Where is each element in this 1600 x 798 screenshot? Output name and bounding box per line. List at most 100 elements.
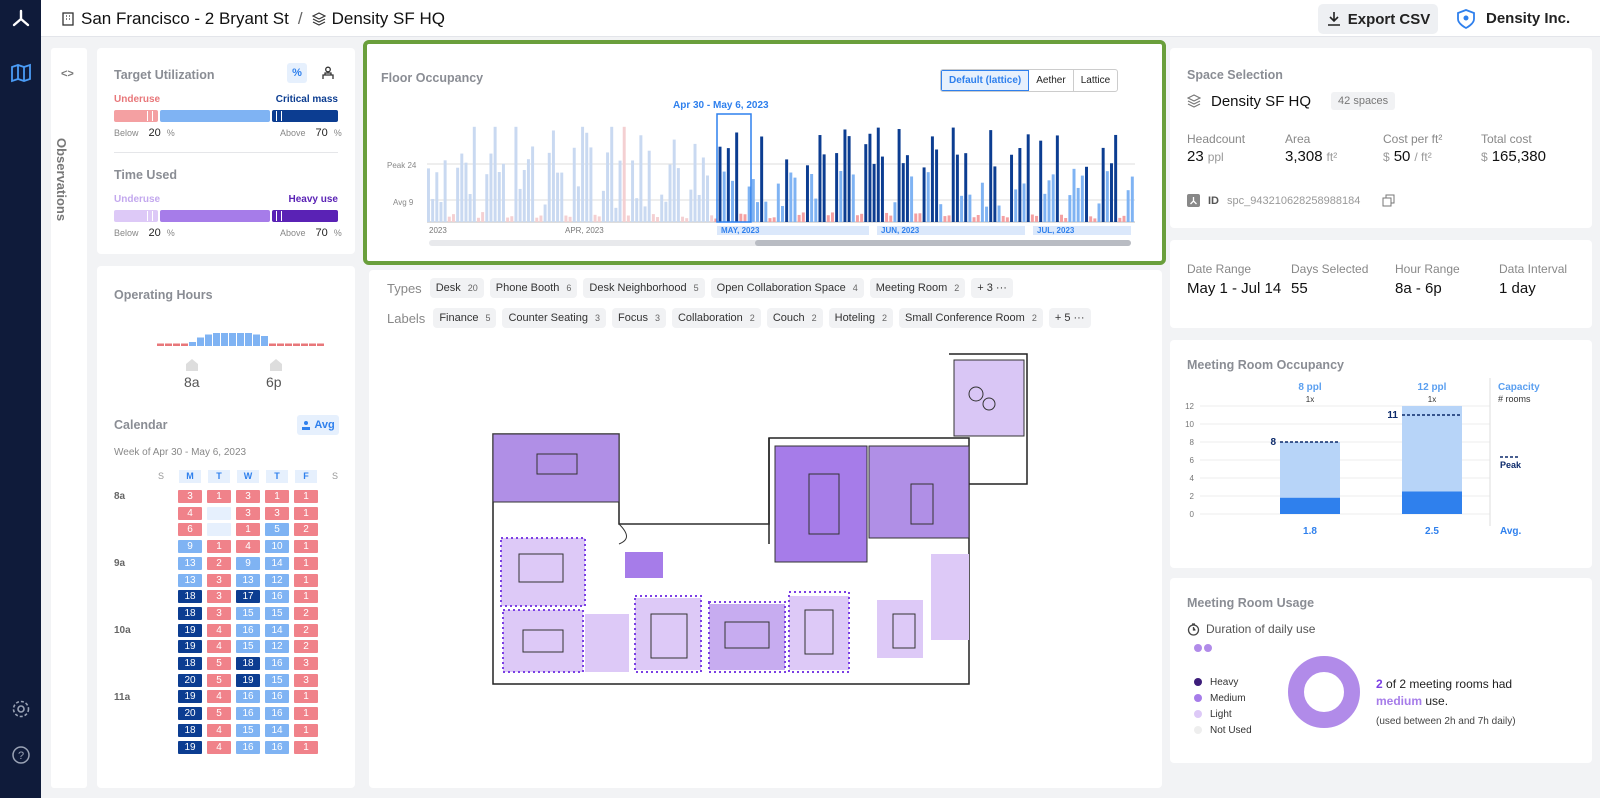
calendar-cell[interactable]: 2 — [207, 556, 231, 570]
calendar-cell[interactable]: 2 — [294, 623, 318, 637]
calendar-cell[interactable]: 1 — [294, 490, 318, 503]
calendar-cell[interactable]: 3 — [236, 506, 260, 520]
calendar-cell[interactable]: 15 — [236, 640, 260, 654]
calendar-cell[interactable]: 1 — [294, 540, 318, 554]
calendar-cell[interactable]: 18 — [178, 657, 202, 670]
calendar-cell[interactable]: 16 — [265, 740, 289, 754]
timeline-scroll-thumb[interactable] — [755, 240, 1131, 246]
calendar-cell[interactable]: 1 — [294, 740, 318, 754]
tab-lattice[interactable]: Lattice — [1074, 70, 1117, 91]
calendar-cell[interactable]: 3 — [236, 490, 260, 503]
density-logo-icon[interactable] — [8, 6, 34, 32]
calendar-cell[interactable]: 4 — [236, 540, 260, 554]
calendar-cell[interactable]: 4 — [207, 640, 231, 654]
labels-chip[interactable]: Counter Seating 3 — [502, 308, 606, 328]
gear-icon[interactable] — [8, 696, 34, 722]
calendar-cell[interactable]: 18 — [178, 590, 202, 604]
labels-chip[interactable]: Hoteling 2 — [828, 308, 893, 328]
calendar-cell[interactable]: 1 — [294, 590, 318, 604]
timeline-scroll-track[interactable] — [429, 240, 1131, 246]
avg-bar[interactable] — [1280, 497, 1340, 514]
calendar-cell[interactable]: 16 — [265, 657, 289, 670]
breadcrumb-location[interactable]: San Francisco - 2 Bryant St — [81, 9, 289, 29]
calendar-cell[interactable]: 2 — [294, 606, 318, 620]
calendar-cell[interactable]: 16 — [236, 690, 260, 704]
calendar-cell[interactable]: 3 — [294, 657, 318, 670]
time-underuse-handle[interactable] — [147, 211, 153, 221]
calendar-cell[interactable]: 20 — [178, 707, 202, 721]
calendar-cell[interactable]: 20 — [178, 673, 202, 687]
calendar-cell[interactable] — [207, 523, 231, 537]
below-value[interactable]: 20 — [149, 127, 161, 139]
calendar-cell[interactable]: 1 — [207, 540, 231, 554]
calendar-cell[interactable]: 15 — [265, 606, 289, 620]
labels-more-chip[interactable]: + 5 ··· — [1048, 308, 1091, 328]
calendar-cell[interactable] — [207, 506, 231, 520]
labels-chip[interactable]: Small Conference Room 2 — [899, 308, 1043, 328]
types-more-chip[interactable]: + 3 ··· — [971, 278, 1013, 298]
calendar-cell[interactable]: 4 — [207, 740, 231, 754]
calendar-cell[interactable]: 19 — [178, 623, 202, 637]
usage-donut-chart[interactable] — [1286, 654, 1362, 730]
calendar-cell[interactable]: 2 — [294, 523, 318, 537]
calendar-cell[interactable]: 19 — [178, 690, 202, 704]
calendar-cell[interactable]: 5 — [207, 673, 231, 687]
calendar-cell[interactable]: 5 — [207, 707, 231, 721]
calendar-cell[interactable]: 16 — [236, 740, 260, 754]
calendar-cell[interactable]: 1 — [294, 556, 318, 570]
map-icon[interactable] — [8, 60, 34, 86]
meeting-occupancy-chart[interactable]: 0 2 4 6 8 10 12 8 8 ppl 1x 1.8 11 12 ppl 1x 2.5 Capacit… — [1180, 376, 1590, 552]
calendar-cell[interactable]: 6 — [178, 523, 202, 537]
observations-panel[interactable]: <> Observations — [51, 48, 87, 788]
time-above-value[interactable]: 70 — [316, 227, 328, 239]
underuse-handle[interactable] — [147, 111, 153, 121]
calendar-cell[interactable]: 1 — [294, 707, 318, 721]
calendar-cell[interactable]: 1 — [294, 573, 318, 587]
copy-icon[interactable] — [1382, 194, 1395, 207]
calendar-cell[interactable]: 16 — [236, 623, 260, 637]
time-below-value[interactable]: 20 — [149, 227, 161, 239]
avg-bar[interactable] — [1402, 491, 1462, 515]
types-chip[interactable]: Desk Neighborhood 5 — [583, 278, 705, 298]
labels-chip[interactable]: Collaboration 2 — [671, 308, 761, 328]
calendar-cell[interactable]: 3 — [294, 673, 318, 687]
person-seat-icon[interactable] — [321, 66, 335, 85]
calendar-cell[interactable]: 9 — [236, 556, 260, 570]
above-value[interactable]: 70 — [316, 127, 328, 139]
space-name[interactable]: Density SF HQ — [1211, 93, 1311, 110]
calendar-cell[interactable]: 1 — [294, 723, 318, 737]
floor-plan-map[interactable] — [479, 334, 1039, 694]
calendar-cell[interactable]: 13 — [178, 556, 202, 570]
calendar-cell[interactable]: 3 — [207, 606, 231, 620]
labels-chip[interactable]: Focus 3 — [611, 308, 666, 328]
calendar-cell[interactable]: 1 — [265, 490, 289, 503]
calendar-cell[interactable]: 3 — [178, 490, 202, 503]
calendar-cell[interactable]: 15 — [236, 606, 260, 620]
tab-default-lattice[interactable]: Default (lattice) — [941, 70, 1030, 91]
types-chip[interactable]: Desk 20 — [429, 278, 484, 298]
calendar-cell[interactable]: 5 — [265, 523, 289, 537]
percent-toggle-button[interactable]: % — [287, 63, 307, 83]
calendar-cell[interactable]: 15 — [236, 723, 260, 737]
calendar-cell[interactable]: 4 — [207, 723, 231, 737]
types-chip[interactable]: Phone Booth 6 — [489, 278, 578, 298]
calendar-cell[interactable]: 13 — [236, 573, 260, 587]
calendar-cell[interactable]: 1 — [207, 490, 231, 503]
operating-hours-chart[interactable] — [157, 332, 327, 352]
calendar-cell[interactable]: 18 — [178, 606, 202, 620]
calendar-cell[interactable]: 3 — [265, 506, 289, 520]
labels-chip[interactable]: Couch 2 — [766, 308, 823, 328]
calendar-cell[interactable]: 3 — [207, 573, 231, 587]
types-chip[interactable]: Open Collaboration Space 4 — [710, 278, 864, 298]
tab-aether[interactable]: Aether — [1029, 70, 1074, 91]
calendar-cell[interactable]: 4 — [207, 690, 231, 704]
calendar-cell[interactable]: 14 — [265, 723, 289, 737]
types-chip[interactable]: Meeting Room 2 — [869, 278, 966, 298]
calendar-cell[interactable]: 19 — [178, 740, 202, 754]
calendar-cell[interactable]: 4 — [207, 623, 231, 637]
calendar-cell[interactable]: 18 — [178, 723, 202, 737]
avg-toggle-button[interactable]: Avg — [297, 415, 339, 435]
calendar-cell[interactable]: 16 — [265, 590, 289, 604]
calendar-cell[interactable]: 1 — [294, 506, 318, 520]
calendar-cell[interactable]: 12 — [265, 573, 289, 587]
